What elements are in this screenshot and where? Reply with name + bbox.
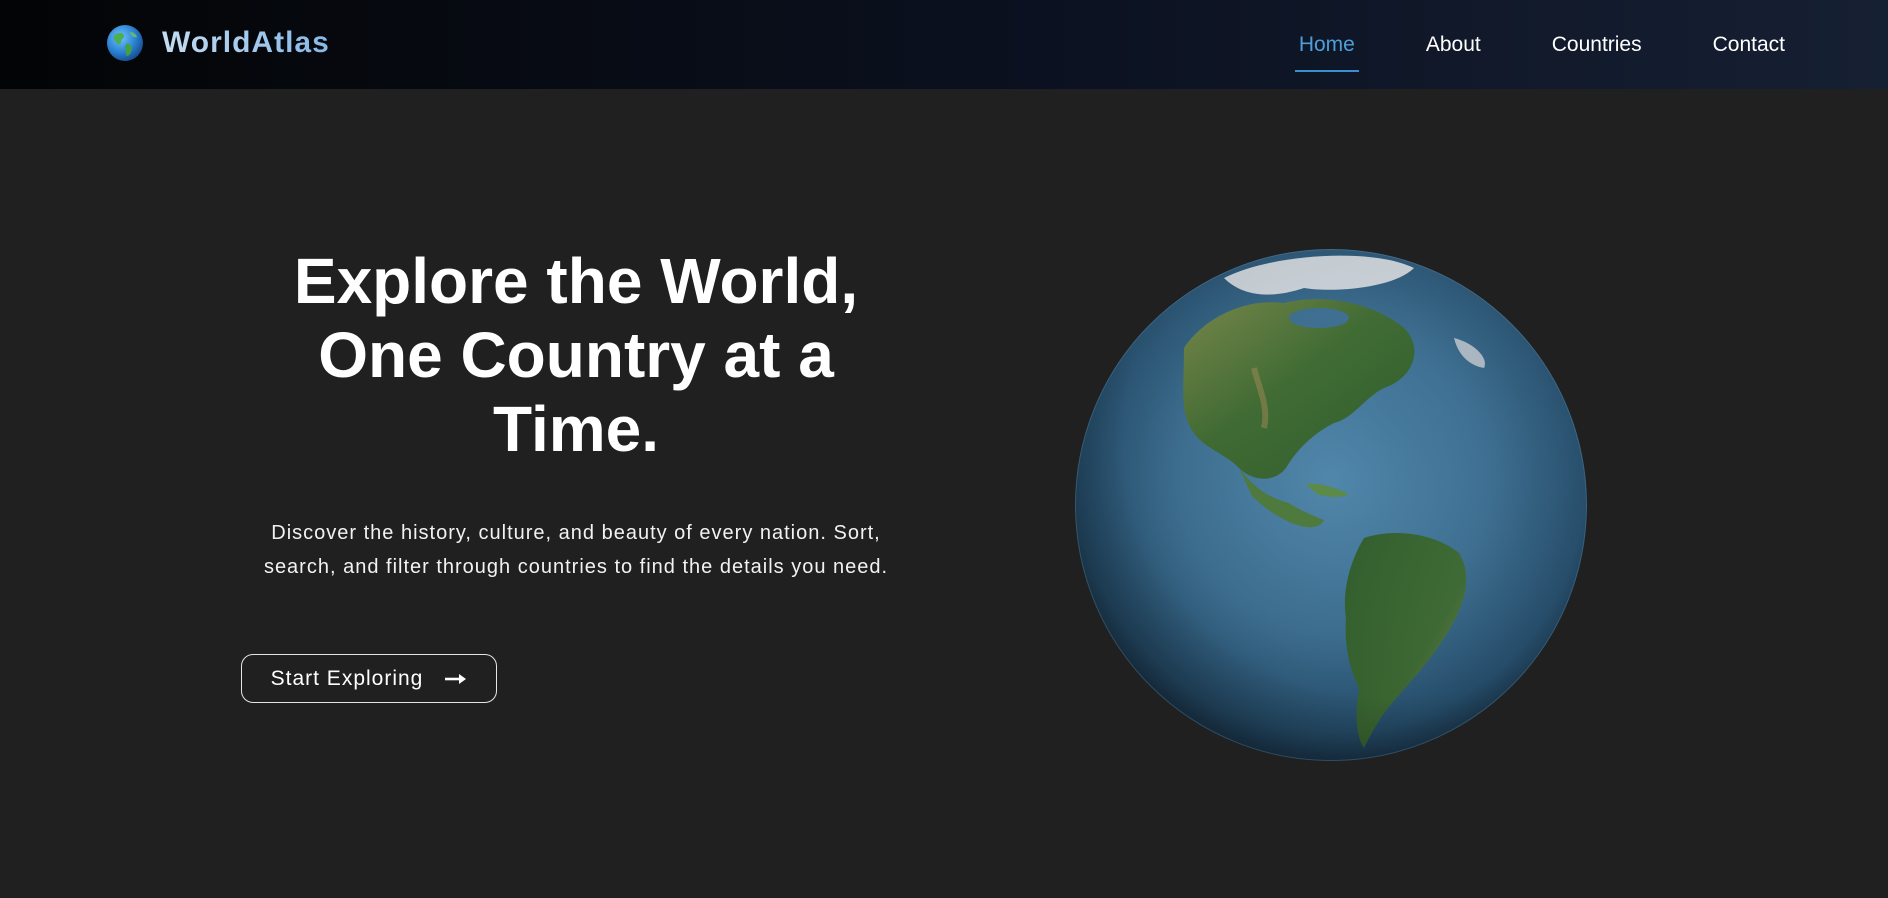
hero-title-line: One Country at a bbox=[318, 319, 834, 391]
arrow-right-icon bbox=[445, 673, 467, 684]
hero-subtitle: Discover the history, culture, and beaut… bbox=[263, 522, 889, 578]
start-exploring-label: Start Exploring bbox=[270, 666, 424, 690]
brand-name: WorldAtlas bbox=[162, 24, 330, 62]
nav-link-home[interactable]: Home bbox=[1294, 24, 1359, 72]
hero-text-block: Explore the World, One Country at a Time… bbox=[236, 244, 916, 584]
navbar: WorldAtlas Home About Countries Contact bbox=[0, 0, 1888, 89]
hero-title: Explore the World, One Country at a Time… bbox=[236, 244, 916, 466]
main-nav: Home About Countries Contact bbox=[1294, 0, 1789, 89]
hero-title-line: Explore the World, bbox=[293, 245, 859, 317]
hero-title-line: Time. bbox=[493, 393, 659, 465]
nav-link-about[interactable]: About bbox=[1422, 24, 1485, 66]
start-exploring-button[interactable]: Start Exploring bbox=[241, 654, 497, 703]
globe-icon bbox=[107, 25, 143, 61]
earth-globe-image bbox=[1075, 249, 1587, 761]
brand-logo-link[interactable]: WorldAtlas bbox=[106, 24, 330, 62]
nav-link-contact[interactable]: Contact bbox=[1709, 24, 1789, 66]
nav-link-countries[interactable]: Countries bbox=[1548, 24, 1646, 66]
